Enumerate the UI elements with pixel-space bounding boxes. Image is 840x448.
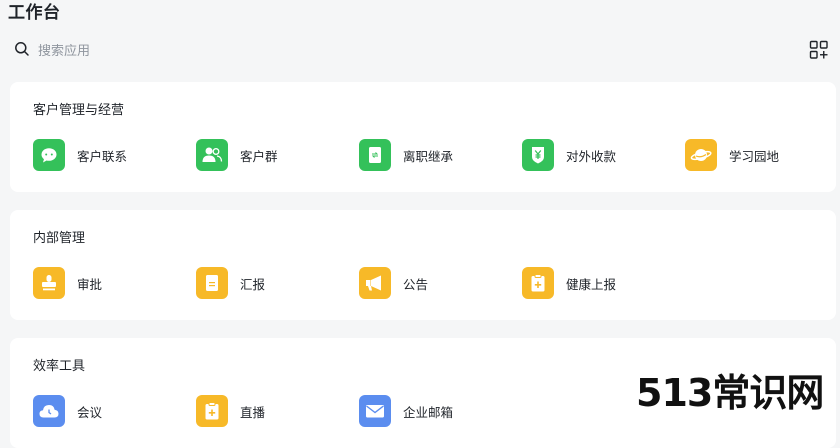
app-label: 对外收款 [566, 148, 617, 164]
stamp-icon [33, 267, 65, 299]
app-label: 客户联系 [77, 148, 128, 164]
section-title: 效率工具 [33, 359, 86, 374]
app-label: 企业邮箱 [403, 404, 454, 420]
app-label: 健康上报 [566, 276, 617, 292]
app-label: 审批 [77, 276, 103, 292]
section-title: 内部管理 [33, 231, 86, 246]
app-enterprise-mail[interactable]: 企业邮箱 [359, 395, 453, 427]
app-meeting[interactable]: 会议 [33, 395, 102, 427]
app-learning-garden[interactable]: 学习园地 [685, 139, 779, 171]
handover-document-icon [359, 139, 391, 171]
section-internal-management: 内部管理 审批 汇报 公告 健康上报 [10, 210, 836, 320]
section-customer-management: 客户管理与经营 客户联系 客户群 离职继承 对外收款 学习园地 [10, 82, 836, 192]
report-document-icon [196, 267, 228, 299]
chat-bubble-icon [33, 139, 65, 171]
watermark: 513常识网 [636, 371, 824, 415]
app-resign-handover[interactable]: 离职继承 [359, 139, 453, 171]
app-announcement[interactable]: 公告 [359, 267, 428, 299]
app-health-report[interactable]: 健康上报 [522, 267, 616, 299]
health-clipboard-icon [522, 267, 554, 299]
app-customer-group[interactable]: 客户群 [196, 139, 278, 171]
app-label: 客户群 [240, 148, 278, 164]
add-app-grid-icon[interactable] [809, 40, 829, 60]
app-label: 学习园地 [729, 148, 780, 164]
cloud-meeting-icon [33, 395, 65, 427]
yuan-shield-icon [522, 139, 554, 171]
app-label: 离职继承 [403, 148, 454, 164]
search-bar[interactable] [14, 40, 238, 62]
search-icon [14, 41, 30, 61]
section-title: 客户管理与经营 [33, 103, 125, 118]
app-external-payment[interactable]: 对外收款 [522, 139, 616, 171]
app-live[interactable]: 直播 [196, 395, 265, 427]
mail-icon [359, 395, 391, 427]
app-label: 公告 [403, 276, 429, 292]
live-clipboard-icon [196, 395, 228, 427]
app-approval[interactable]: 审批 [33, 267, 102, 299]
group-users-icon [196, 139, 228, 171]
megaphone-icon [359, 267, 391, 299]
app-label: 直播 [240, 404, 266, 420]
page-title: 工作台 [8, 3, 61, 23]
search-input[interactable] [38, 43, 238, 59]
app-customer-contact[interactable]: 客户联系 [33, 139, 127, 171]
app-label: 汇报 [240, 276, 266, 292]
app-label: 会议 [77, 404, 103, 420]
planet-icon [685, 139, 717, 171]
app-report[interactable]: 汇报 [196, 267, 265, 299]
